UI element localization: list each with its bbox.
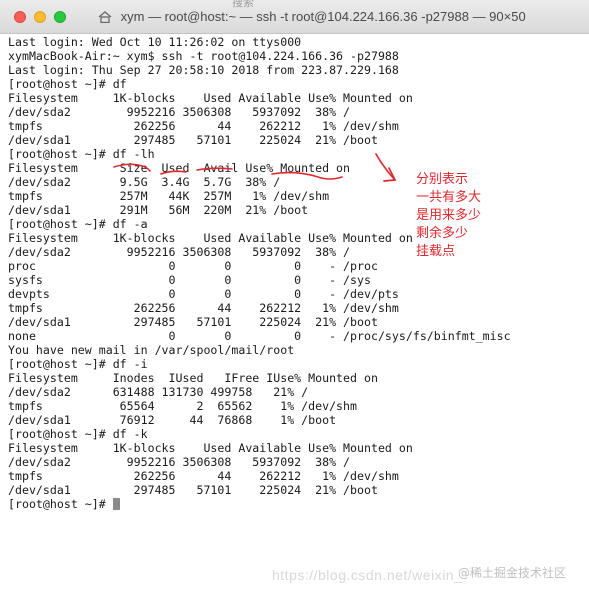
terminal-line: [root@host ~]# df <box>8 77 127 91</box>
annotation-line: 一共有多大 <box>416 190 482 205</box>
title-bar[interactable]: 搜索 xym — root@host:~ — ssh -t root@104.2… <box>0 0 589 34</box>
terminal-line: Last login: Thu Sep 27 20:58:10 2018 fro… <box>8 63 399 77</box>
terminal-line: /dev/sda1 297485 57101 225024 21% /boot <box>8 133 378 147</box>
annotation-line: 是用来多少 <box>416 208 482 223</box>
annotation-line: 剩余多少 <box>416 226 469 241</box>
home-folder-icon <box>98 10 112 23</box>
terminal-line: /dev/sda2 631488 131730 499758 21% / <box>8 385 309 399</box>
terminal-line: Last login: Wed Oct 10 11:26:02 on ttys0… <box>8 35 302 49</box>
terminal-line: /dev/sda1 76912 44 76868 1% /boot <box>8 413 337 427</box>
prompt-line[interactable]: [root@host ~]# <box>8 497 511 511</box>
zoom-button[interactable] <box>54 11 66 23</box>
terminal-line: none 0 0 0 - /proc/sys/fs/binfmt_misc <box>8 329 511 343</box>
terminal-line: [root@host ~]# df -lh <box>8 147 155 161</box>
terminal-line: tmpfs 262256 44 262212 1% /dev/shm <box>8 301 399 315</box>
close-button[interactable] <box>14 11 26 23</box>
terminal-line: xymMacBook-Air:~ xym$ ssh -t root@104.22… <box>8 49 399 63</box>
terminal-window: 搜索 xym — root@host:~ — ssh -t root@104.2… <box>0 0 589 597</box>
window-title: xym — root@host:~ — ssh -t root@104.224.… <box>120 9 526 24</box>
terminal-line: sysfs 0 0 0 - /sys <box>8 273 371 287</box>
terminal-output[interactable]: Last login: Wed Oct 10 11:26:02 on ttys0… <box>8 35 511 511</box>
terminal-line: [root@host ~]# df -i <box>8 357 148 371</box>
terminal-line: /dev/sda2 9952216 3506308 5937092 38% / <box>8 455 351 469</box>
terminal-line: Filesystem 1K-blocks Used Available Use%… <box>8 441 413 455</box>
terminal-line: /dev/sda1 297485 57101 225024 21% /boot <box>8 315 378 329</box>
minimize-button[interactable] <box>34 11 46 23</box>
text-cursor <box>112 498 120 510</box>
annotation-line: 分别表示 <box>416 172 469 187</box>
terminal-line: /dev/sda2 9952216 3506308 5937092 38% / <box>8 105 351 119</box>
watermark-badge: @稀土掘金技术社区 <box>458 566 567 580</box>
terminal-line: Filesystem Inodes IUsed IFree IUse% Moun… <box>8 371 378 385</box>
terminal-line: tmpfs 262256 44 262212 1% /dev/shm <box>8 119 399 133</box>
watermark-url: https://blog.csdn.net/weixin_ <box>272 567 463 583</box>
shell-prompt: [root@host ~]# <box>8 497 113 511</box>
terminal-line: tmpfs 65564 2 65562 1% /dev/shm <box>8 399 358 413</box>
terminal-line: [root@host ~]# df -k <box>8 427 148 441</box>
window-title-group: xym — root@host:~ — ssh -t root@104.224.… <box>98 9 526 25</box>
terminal-line: You have new mail in /var/spool/mail/roo… <box>8 343 295 357</box>
terminal-line: tmpfs 262256 44 262212 1% /dev/shm <box>8 469 399 483</box>
terminal-line: Filesystem 1K-blocks Used Available Use%… <box>8 91 413 105</box>
annotation-line: 挂载点 <box>416 244 456 259</box>
annotation-note: 分别表示 一共有多大 是用来多少 剩余多少 挂载点 <box>416 171 481 261</box>
terminal-line: devpts 0 0 0 - /dev/pts <box>8 287 399 301</box>
terminal-line: /dev/sda1 297485 57101 225024 21% /boot <box>8 483 378 497</box>
terminal-line: proc 0 0 0 - /proc <box>8 259 378 273</box>
